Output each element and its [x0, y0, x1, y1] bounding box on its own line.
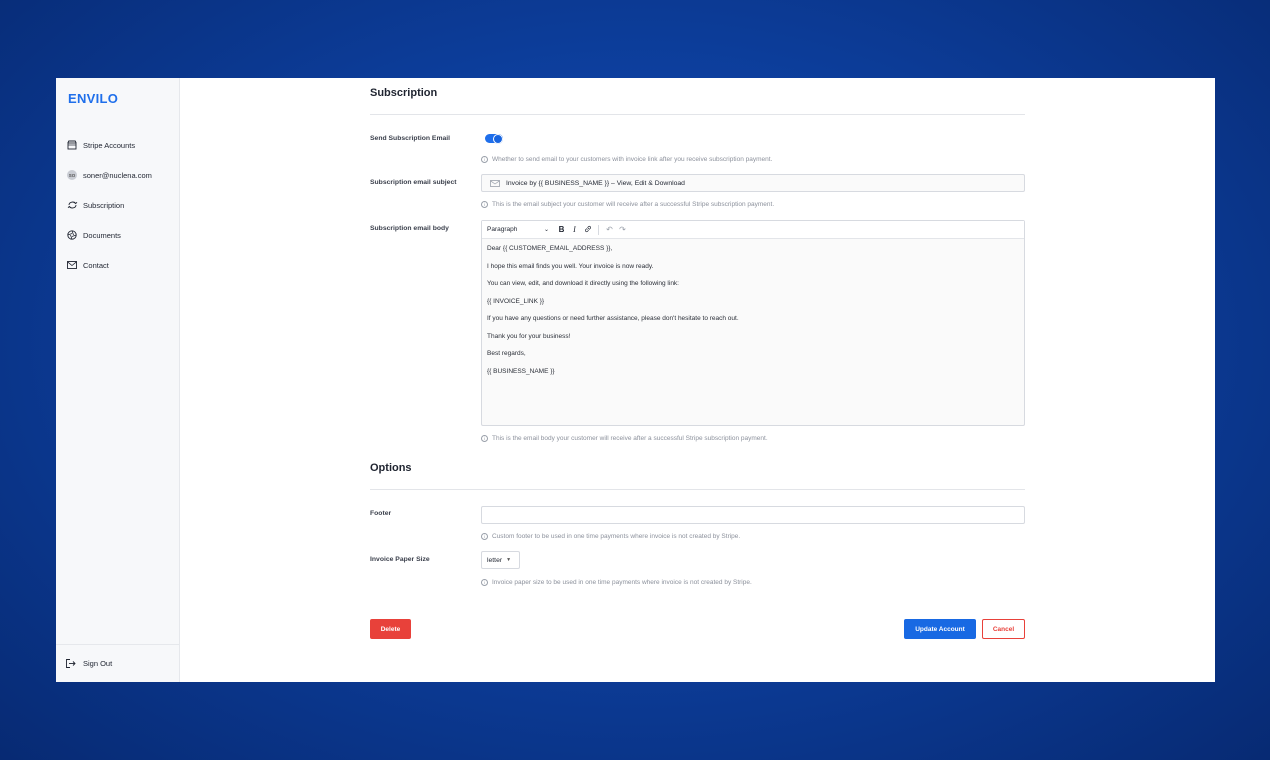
- sidebar: ENVILO Stripe Accounts SO soner@nuclena.…: [56, 78, 180, 682]
- editor-line: {{ BUSINESS_NAME }}: [487, 367, 555, 375]
- format-select[interactable]: Paragraph ⌄: [487, 226, 549, 233]
- subject-hint: i This is the email subject your custome…: [481, 201, 774, 208]
- sidebar-item-account[interactable]: SO soner@nuclena.com: [66, 160, 176, 190]
- footer-hint: i Custom footer to be used in one time p…: [481, 533, 740, 540]
- main-content: Subscription Send Subscription Email i W…: [180, 78, 1215, 682]
- sidebar-item-label: Contact: [83, 260, 109, 270]
- email-body-editor[interactable]: Paragraph ⌄ B I ↶ ↷ Dear {{ CUSTOMER_EMA…: [481, 220, 1025, 426]
- editor-line: {{ INVOICE_LINK }}: [487, 297, 545, 305]
- hint-text: This is the email body your customer wil…: [492, 435, 768, 442]
- info-icon: i: [481, 435, 488, 442]
- sidebar-item-documents[interactable]: Documents: [66, 220, 176, 250]
- hint-text: Custom footer to be used in one time pay…: [492, 533, 741, 540]
- italic-button[interactable]: I: [568, 225, 581, 234]
- store-icon: [66, 139, 78, 151]
- divider: [370, 489, 1025, 490]
- hint-text: Invoice paper size to be used in one tim…: [492, 579, 752, 586]
- editor-line: Best regards,: [487, 350, 526, 357]
- avatar: SO: [66, 169, 78, 181]
- sidebar-item-contact[interactable]: Contact: [66, 250, 176, 280]
- subject-label: Subscription email subject: [370, 179, 457, 186]
- link-icon[interactable]: [581, 225, 594, 235]
- undo-button[interactable]: ↶: [603, 225, 616, 234]
- info-icon: i: [481, 533, 488, 540]
- mail-icon: [490, 179, 500, 187]
- paper-size-label: Invoice Paper Size: [370, 556, 430, 563]
- section-title-subscription: Subscription: [370, 87, 438, 99]
- section-title-options: Options: [370, 462, 412, 474]
- avatar-initials: SO: [67, 170, 77, 180]
- brand-logo[interactable]: ENVILO: [68, 91, 118, 106]
- editor-line: If you have any questions or need furthe…: [487, 315, 739, 322]
- subject-value: Invoice by {{ BUSINESS_NAME }} – View, E…: [506, 179, 685, 187]
- toggle-knob: [493, 133, 503, 144]
- info-icon: i: [481, 579, 488, 586]
- refresh-icon: [66, 199, 78, 211]
- footer-input[interactable]: [481, 506, 1025, 524]
- editor-content[interactable]: Dear {{ CUSTOMER_EMAIL_ADDRESS }}, I hop…: [482, 239, 1024, 387]
- update-account-button[interactable]: Update Account: [904, 619, 976, 639]
- editor-line: Thank you for your business!: [487, 332, 571, 340]
- paper-size-hint: i Invoice paper size to be used in one t…: [481, 579, 752, 586]
- editor-line: Dear {{ CUSTOMER_EMAIL_ADDRESS }},: [487, 245, 613, 252]
- divider: [370, 114, 1025, 115]
- paper-size-select[interactable]: letter ▼: [481, 551, 520, 569]
- editor-toolbar: Paragraph ⌄ B I ↶ ↷: [482, 221, 1024, 239]
- subject-input[interactable]: Invoice by {{ BUSINESS_NAME }} – View, E…: [481, 174, 1025, 192]
- sign-out-label: Sign Out: [83, 659, 113, 668]
- sign-out-button[interactable]: Sign Out: [56, 644, 180, 682]
- sidebar-item-label: Subscription: [83, 200, 125, 210]
- paper-size-value: letter: [487, 556, 503, 564]
- editor-line: I hope this email finds you well. Your i…: [487, 262, 654, 270]
- sign-out-icon: [66, 659, 78, 668]
- editor-line: You can view, edit, and download it dire…: [487, 280, 679, 287]
- hint-text: Whether to send email to your customers …: [492, 156, 773, 163]
- info-icon: i: [481, 156, 488, 163]
- redo-button[interactable]: ↷: [616, 225, 629, 234]
- app-window: ENVILO Stripe Accounts SO soner@nuclena.…: [56, 78, 1215, 682]
- sidebar-item-label: Stripe Accounts: [83, 140, 136, 150]
- mail-icon: [66, 259, 78, 271]
- footer-label: Footer: [370, 510, 392, 517]
- send-email-toggle[interactable]: [485, 133, 503, 144]
- sidebar-nav: Stripe Accounts SO soner@nuclena.com Sub…: [66, 130, 176, 280]
- toolbar-separator: [598, 224, 599, 235]
- hint-text: This is the email subject your customer …: [492, 201, 775, 208]
- cancel-button[interactable]: Cancel: [982, 619, 1025, 639]
- chevron-down-icon: ⌄: [543, 227, 549, 233]
- sidebar-item-stripe-accounts[interactable]: Stripe Accounts: [66, 130, 176, 160]
- format-value: Paragraph: [487, 226, 518, 233]
- delete-button[interactable]: Delete: [370, 619, 411, 639]
- sidebar-item-label: Documents: [83, 230, 121, 240]
- aperture-icon: [66, 229, 78, 241]
- body-label: Subscription email body: [370, 225, 449, 232]
- send-email-label: Send Subscription Email: [370, 135, 451, 142]
- info-icon: i: [481, 201, 488, 208]
- send-email-hint: i Whether to send email to your customer…: [481, 156, 772, 163]
- caret-down-icon: ▼: [506, 557, 512, 563]
- sidebar-item-label: soner@nuclena.com: [83, 170, 152, 180]
- sidebar-item-subscription[interactable]: Subscription: [66, 190, 176, 220]
- bold-button[interactable]: B: [555, 225, 568, 234]
- body-hint: i This is the email body your customer w…: [481, 435, 768, 442]
